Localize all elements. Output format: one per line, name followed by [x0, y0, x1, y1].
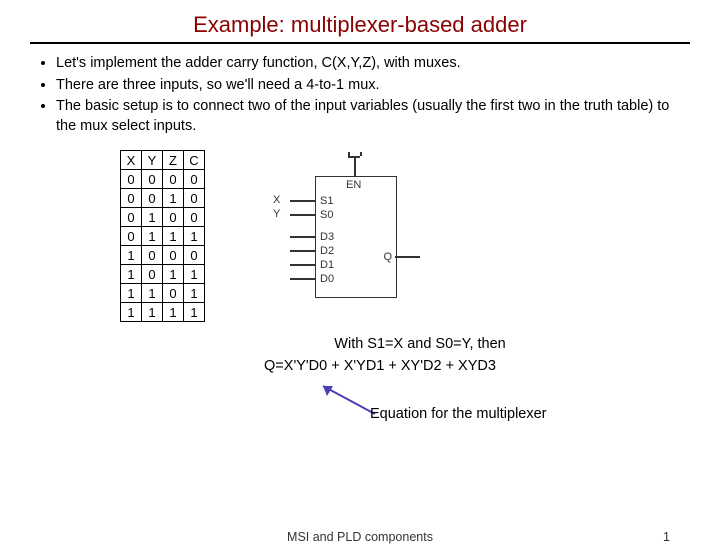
td: 0	[184, 189, 205, 208]
title-rule	[30, 42, 690, 44]
mux-box: EN S1 S0 D3 D2 D1 D0 Q	[315, 176, 397, 298]
bullet-item: Let's implement the adder carry function…	[56, 54, 690, 74]
td: 0	[121, 170, 142, 189]
mux-x-label: X	[273, 194, 280, 206]
td: 0	[163, 284, 184, 303]
td: 1	[184, 227, 205, 246]
bullet-item: The basic setup is to connect two of the…	[56, 97, 690, 136]
eq-label: Equation for the multiplexer	[370, 406, 547, 422]
equation-block: With S1=X and S0=Y, then Q=X'Y'D0 + X'YD…	[30, 336, 690, 374]
mux-en-pin: EN	[346, 179, 361, 191]
mux-q-pin: Q	[383, 251, 392, 263]
td: 0	[163, 246, 184, 265]
td: 0	[184, 170, 205, 189]
td: 1	[163, 265, 184, 284]
td: 0	[163, 170, 184, 189]
td: 1	[121, 265, 142, 284]
bullet-list: Let's implement the adder carry function…	[30, 54, 690, 136]
td: 0	[142, 246, 163, 265]
td: 1	[121, 246, 142, 265]
td: 0	[184, 246, 205, 265]
td: 1	[121, 284, 142, 303]
td: 1	[142, 284, 163, 303]
td: 1	[163, 303, 184, 322]
th: Y	[142, 151, 163, 170]
footer-center: MSI and PLD components	[0, 530, 720, 544]
slide-title: Example: multiplexer-based adder	[30, 12, 690, 38]
td: 0	[142, 189, 163, 208]
bullet-item: There are three inputs, so we'll need a …	[56, 76, 690, 96]
td: 1	[184, 303, 205, 322]
td: 1	[163, 189, 184, 208]
td: 0	[121, 189, 142, 208]
mux-d1-pin: D1	[320, 259, 334, 271]
td: 0	[163, 208, 184, 227]
th: X	[121, 151, 142, 170]
td: 0	[184, 208, 205, 227]
td: 1	[184, 265, 205, 284]
footer-page: 1	[663, 530, 670, 544]
mux-y-label: Y	[273, 208, 280, 220]
eq-line-2: Q=X'Y'D0 + X'YD1 + XY'D2 + XYD3	[70, 358, 690, 374]
td: 1	[163, 227, 184, 246]
td: 1	[142, 303, 163, 322]
td: 0	[142, 265, 163, 284]
td: 1	[121, 303, 142, 322]
td: 0	[121, 208, 142, 227]
mux-d3-pin: D3	[320, 231, 334, 243]
td: 0	[142, 170, 163, 189]
arrow-block: Equation for the multiplexer	[30, 380, 690, 426]
eq-line-1: With S1=X and S0=Y, then	[150, 336, 690, 352]
mux-s1-pin: S1	[320, 195, 333, 207]
mux-d0-pin: D0	[320, 273, 334, 285]
td: 1	[142, 208, 163, 227]
th: C	[184, 151, 205, 170]
td: 0	[121, 227, 142, 246]
mux-diagram: X Y EN S1 S0 D3 D2 D1 D0 Q	[255, 156, 455, 316]
td: 1	[184, 284, 205, 303]
mux-s0-pin: S0	[320, 209, 333, 221]
truth-table: X Y Z C 0000 0010 0100 0111 1000 1011 11…	[120, 150, 205, 322]
td: 1	[142, 227, 163, 246]
mux-d2-pin: D2	[320, 245, 334, 257]
content-row: X Y Z C 0000 0010 0100 0111 1000 1011 11…	[120, 150, 690, 322]
th: Z	[163, 151, 184, 170]
